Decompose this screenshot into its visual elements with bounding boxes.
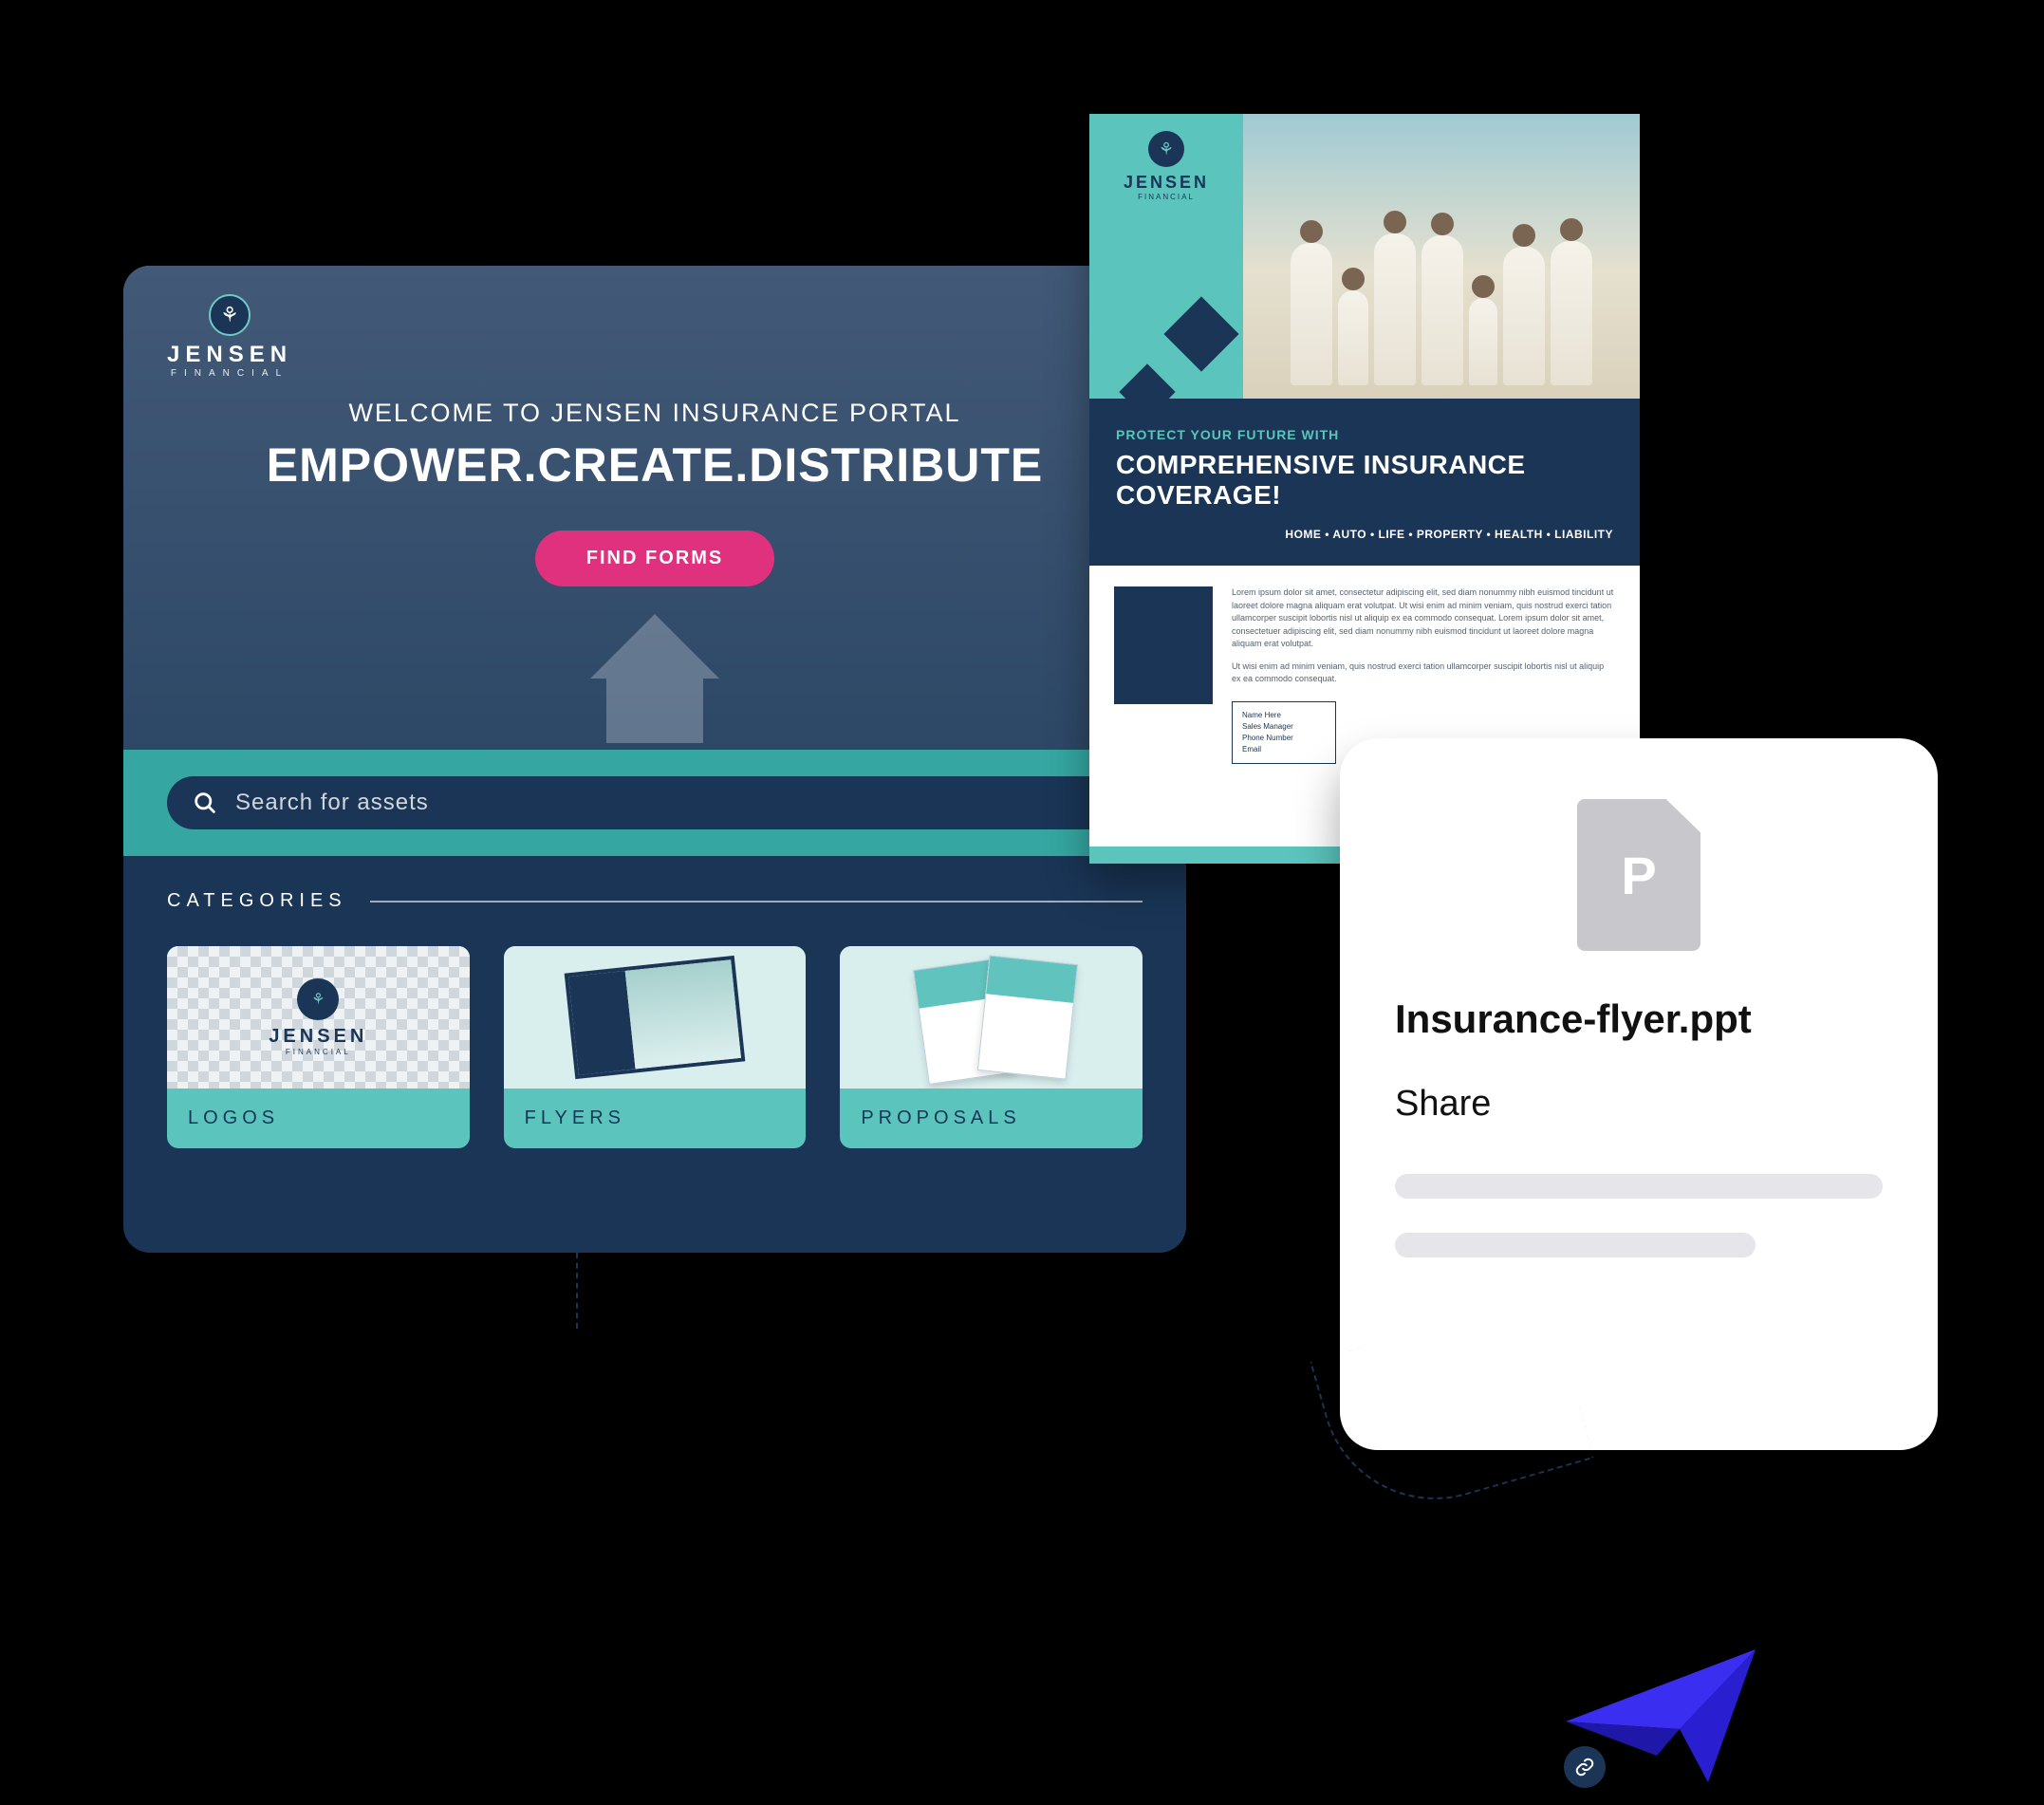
category-label: PROPOSALS	[840, 1089, 1143, 1148]
category-thumb	[840, 946, 1143, 1089]
brand-logo-icon: ⚘	[209, 294, 251, 336]
share-heading: Share	[1395, 1084, 1883, 1125]
find-forms-button[interactable]: FIND FORMS	[535, 530, 774, 586]
share-input-placeholder[interactable]	[1395, 1233, 1756, 1257]
decorative-diamond	[1163, 296, 1238, 371]
flyer-title-band: PROTECT YOUR FUTURE WITH COMPREHENSIVE I…	[1089, 399, 1640, 566]
link-icon	[1564, 1746, 1606, 1788]
flyer-paragraph: Ut wisi enim ad minim veniam, quis nostr…	[1232, 661, 1615, 686]
connector-line	[576, 1253, 578, 1329]
portal-logo: ⚘ JENSEN FINANCIAL	[167, 294, 292, 379]
flyer-contact-box: Name Here Sales Manager Phone Number Ema…	[1232, 701, 1336, 764]
hero-tagline: EMPOWER.CREATE.DISTRIBUTE	[267, 437, 1044, 493]
brand-logo-icon: ⚘	[297, 978, 339, 1020]
brand-name: JENSEN	[167, 342, 292, 368]
flyer-image-placeholder	[1114, 586, 1213, 704]
insurance-portal-window: ⚘ JENSEN FINANCIAL WELCOME TO JENSEN INS…	[123, 266, 1186, 1253]
portal-hero: ⚘ JENSEN FINANCIAL WELCOME TO JENSEN INS…	[123, 266, 1186, 750]
divider	[370, 901, 1143, 902]
flyer-category-line: HOME • AUTO • LIFE • PROPERTY • HEALTH •…	[1116, 528, 1613, 541]
hero-house-illustration	[574, 598, 735, 759]
categories-heading: CATEGORIES	[167, 890, 347, 912]
categories-section: CATEGORIES ⚘ JENSEN FINANCIAL LOGOS FLYE…	[123, 856, 1186, 1205]
share-input-placeholder[interactable]	[1395, 1174, 1883, 1199]
file-name: Insurance-flyer.ppt	[1395, 996, 1883, 1042]
flyer-paragraph: Lorem ipsum dolor sit amet, consectetur …	[1232, 586, 1615, 651]
category-card-flyers[interactable]: FLYERS	[504, 946, 807, 1148]
category-label: LOGOS	[167, 1089, 470, 1148]
category-thumb	[504, 946, 807, 1089]
ppt-file-icon: P	[1577, 799, 1700, 951]
flyer-title: COMPREHENSIVE INSURANCE COVERAGE!	[1116, 450, 1613, 511]
category-thumb: ⚘ JENSEN FINANCIAL	[167, 946, 470, 1089]
hero-welcome-text: WELCOME TO JENSEN INSURANCE PORTAL	[348, 399, 960, 428]
flyer-logo-column: ⚘ JENSEN FINANCIAL	[1089, 114, 1243, 399]
search-bar[interactable]	[167, 776, 1143, 829]
category-card-logos[interactable]: ⚘ JENSEN FINANCIAL LOGOS	[167, 946, 470, 1148]
search-band	[123, 750, 1186, 856]
search-icon	[192, 790, 218, 816]
brand-logo-icon: ⚘	[1148, 131, 1184, 167]
flyer-pretitle: PROTECT YOUR FUTURE WITH	[1116, 427, 1613, 442]
category-card-proposals[interactable]: PROPOSALS	[840, 946, 1143, 1148]
brand-subtitle: FINANCIAL	[167, 368, 292, 379]
flyer-hero-photo	[1243, 114, 1640, 399]
search-input[interactable]	[235, 790, 1118, 816]
category-label: FLYERS	[504, 1089, 807, 1148]
